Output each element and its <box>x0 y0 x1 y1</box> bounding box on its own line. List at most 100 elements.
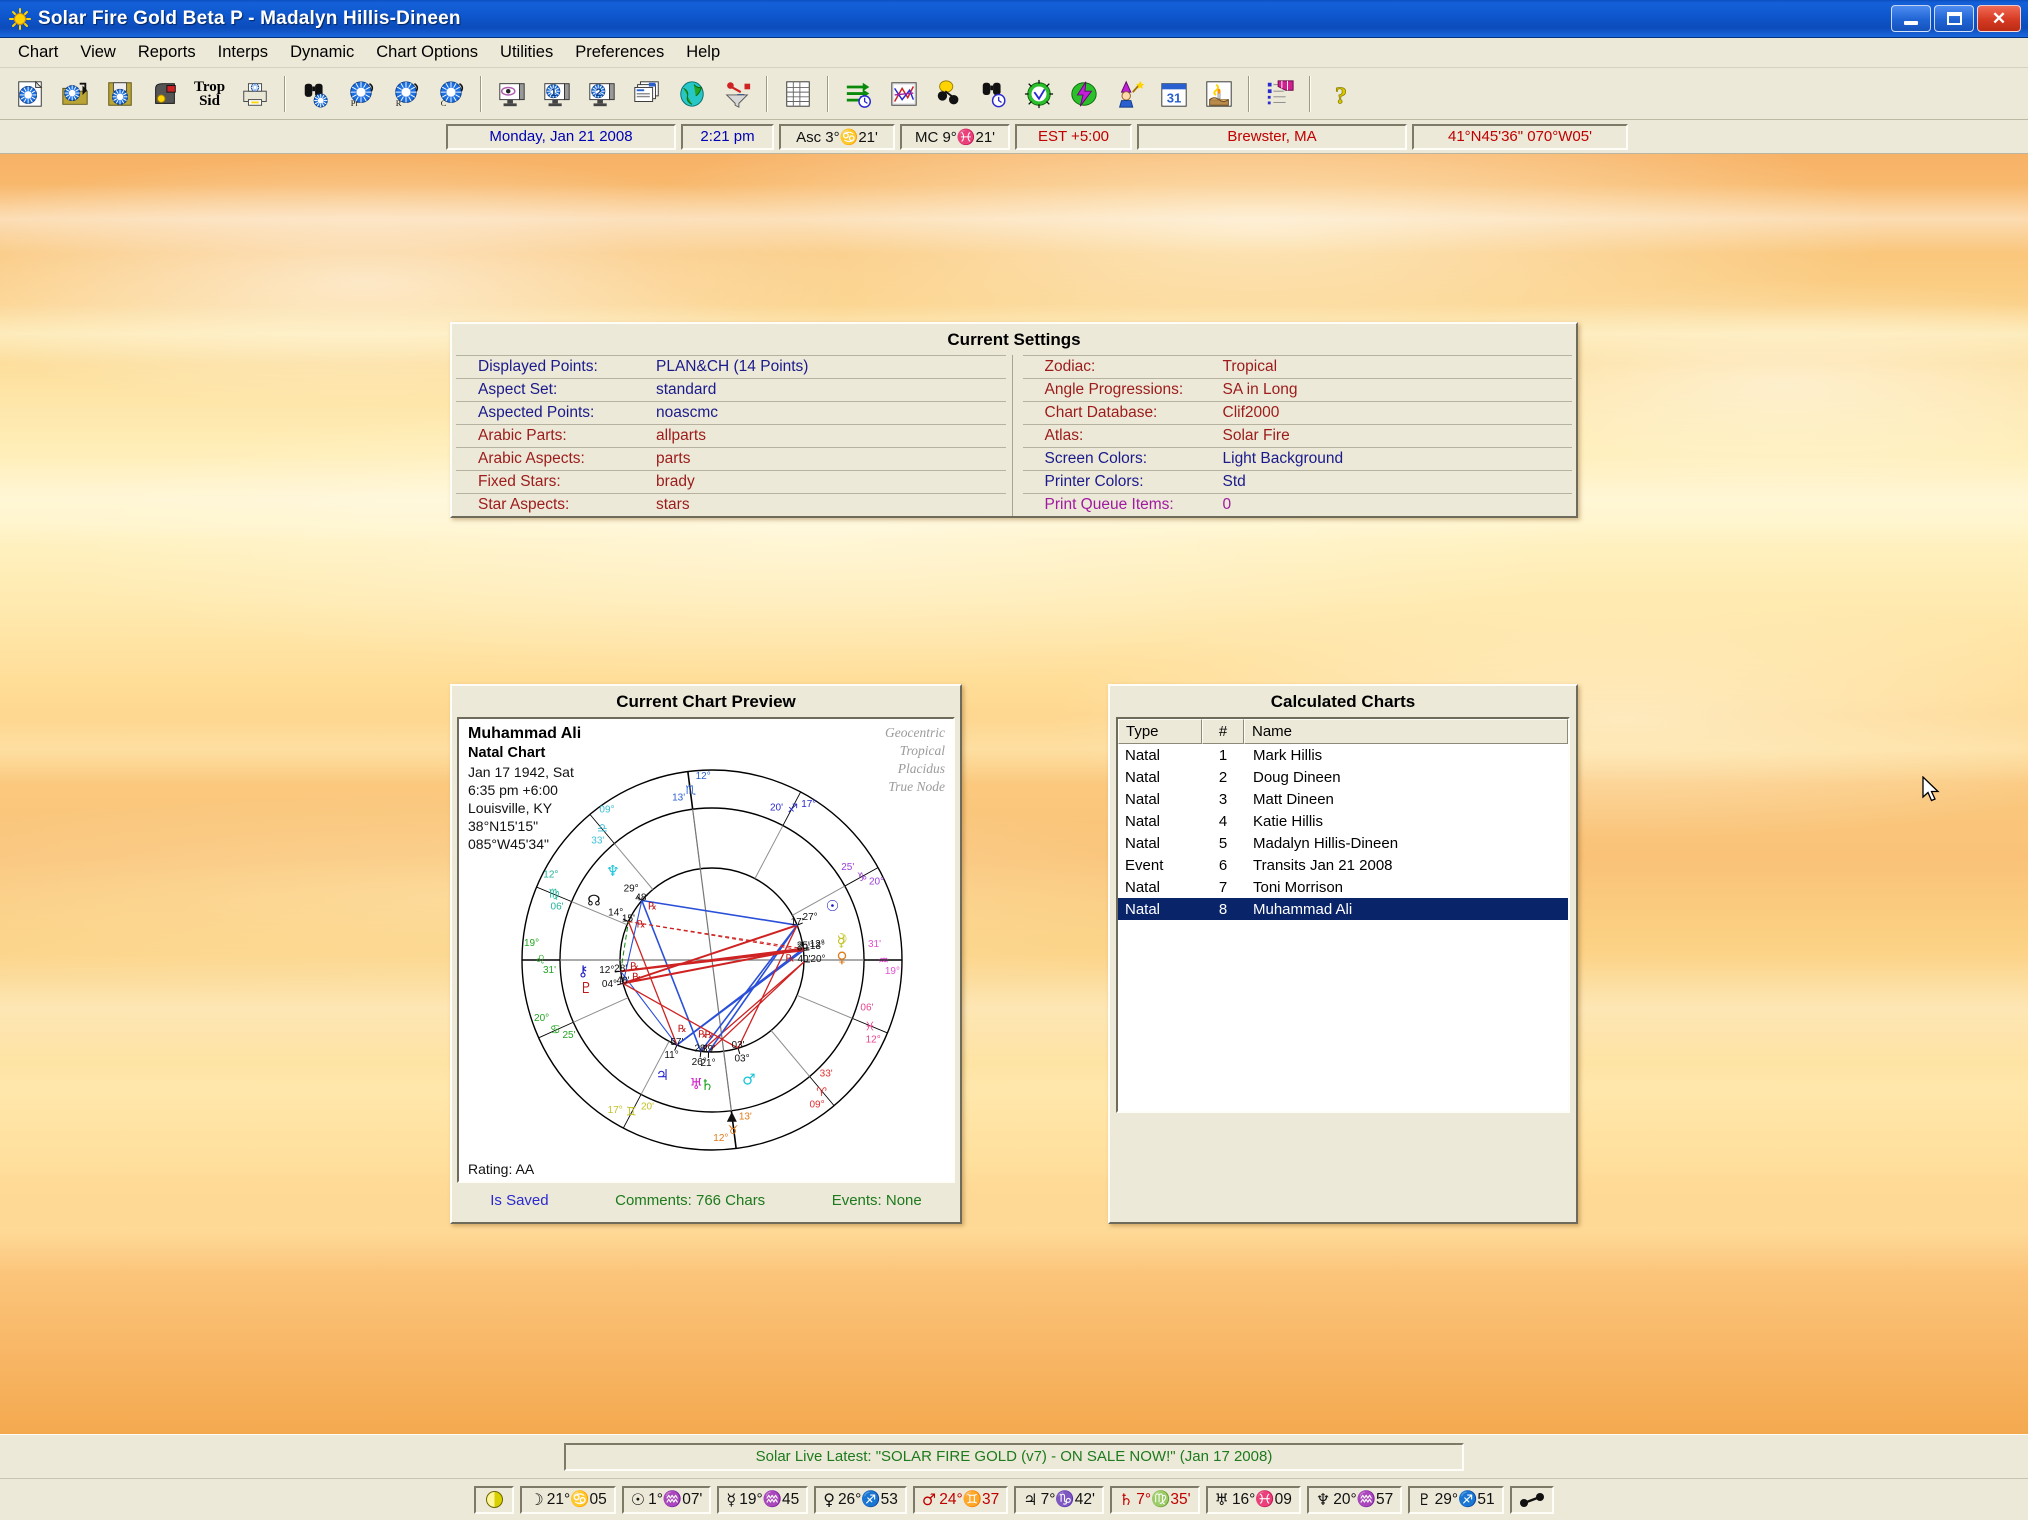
solar-live-message[interactable]: Solar Live Latest: "SOLAR FIRE GOLD (v7)… <box>564 1442 1464 1471</box>
table-row[interactable]: Natal 3 Matt Dineen <box>1118 788 1568 810</box>
toolbar-separator <box>480 75 482 112</box>
maximize-button[interactable] <box>1934 5 1974 32</box>
graphic-ephemeris-icon[interactable] <box>882 72 925 115</box>
moon-position[interactable]: ☽ 21°♋05 <box>520 1485 616 1514</box>
svg-text:?: ? <box>1334 82 1346 109</box>
date-field[interactable]: Monday, Jan 21 2008 <box>446 123 676 150</box>
transit-list-icon[interactable] <box>837 72 880 115</box>
table-row[interactable]: Natal 7 Toni Morrison <box>1118 876 1568 898</box>
search-dates-icon[interactable] <box>972 72 1015 115</box>
table-row[interactable]: Natal 5 Madalyn Hillis-Dineen <box>1118 832 1568 854</box>
menu-interps[interactable]: Interps <box>208 40 278 65</box>
setting-row[interactable]: Arabic Parts: allparts <box>456 424 1006 447</box>
view-chart-icon[interactable] <box>490 72 533 115</box>
menu-utilities[interactable]: Utilities <box>490 40 563 65</box>
svg-text:20°: 20° <box>534 1013 549 1024</box>
menu-reports[interactable]: Reports <box>128 40 206 65</box>
setting-row[interactable]: Chart Database: Clif2000 <box>1022 401 1572 424</box>
jupiter-position[interactable]: ♃ 7°♑42' <box>1014 1485 1104 1514</box>
setting-row[interactable]: Print Queue Items: 0 <box>1022 493 1572 516</box>
natal-chart-wheel[interactable]: 19°♌31'12°♍06'09°♎33'12°♏13'17°♐20'20°♑2… <box>497 745 927 1165</box>
composite-chart-icon[interactable]: C <box>429 72 472 115</box>
timezone-field[interactable]: EST +5:00 <box>1015 123 1132 150</box>
multi-chart-icon[interactable] <box>625 72 668 115</box>
mc-field[interactable]: MC 9°♓21' <box>900 123 1010 150</box>
neptune-position[interactable]: ♆ 20°♒57 <box>1306 1485 1403 1514</box>
chart-two-icon[interactable]: 2 <box>580 72 623 115</box>
coords-field[interactable]: 41°N45'36" 070°W05' <box>1412 123 1628 150</box>
setting-row[interactable]: Arabic Aspects: parts <box>456 447 1006 470</box>
menu-help[interactable]: Help <box>676 40 730 65</box>
location-field[interactable]: Brewster, MA <box>1137 123 1407 150</box>
setting-row[interactable]: Star Aspects: stars <box>456 493 1006 516</box>
atlas-globe-icon[interactable] <box>670 72 713 115</box>
time-map-icon[interactable] <box>1017 72 1060 115</box>
new-chart-icon[interactable] <box>8 72 51 115</box>
aspect-toggle[interactable] <box>1509 1485 1554 1514</box>
time-field[interactable]: 2:21 pm <box>681 123 774 150</box>
setting-row[interactable]: Aspected Points: noascmc <box>456 401 1006 424</box>
planet-glyph: ♅ <box>1214 1490 1229 1509</box>
menu-chart[interactable]: Chart <box>8 40 68 65</box>
table-row[interactable]: Natal 4 Katie Hillis <box>1118 810 1568 832</box>
setting-row[interactable]: Zodiac: Tropical <box>1022 355 1572 378</box>
print-chart-icon[interactable] <box>233 72 276 115</box>
save-chart-icon[interactable] <box>98 72 141 115</box>
open-chart-icon[interactable] <box>53 72 96 115</box>
close-button[interactable]: ✕ <box>1977 5 2021 32</box>
trop-sid-icon[interactable]: Trop Sid <box>188 72 231 115</box>
table-row[interactable]: Natal 8 Muhammad Ali <box>1118 898 1568 920</box>
uranus-position[interactable]: ♅ 16°♓09 <box>1205 1485 1301 1514</box>
calendar-icon[interactable]: 31 <box>1152 72 1195 115</box>
planet-selector-icon[interactable] <box>927 72 970 115</box>
minimize-button[interactable] <box>1891 5 1931 32</box>
chart-mailbox-icon[interactable] <box>143 72 186 115</box>
planet-value: 29°♐51 <box>1434 1491 1495 1508</box>
setting-row[interactable]: Screen Colors: Light Background <box>1022 447 1572 470</box>
grid-report-icon[interactable] <box>776 72 819 115</box>
menu-chart-options[interactable]: Chart Options <box>366 40 488 65</box>
svg-text:12°: 12° <box>696 771 711 782</box>
table-row[interactable]: Natal 1 Mark Hillis <box>1118 744 1568 766</box>
asc-field[interactable]: Asc 3°♋21' <box>779 123 895 150</box>
saturn-position[interactable]: ♄ 7°♍35' <box>1109 1485 1200 1514</box>
progressed-chart-icon[interactable]: Pr <box>339 72 382 115</box>
sun-position[interactable]: ☉ 1°♒07' <box>621 1485 712 1514</box>
setting-row[interactable]: Printer Colors: Std <box>1022 470 1572 493</box>
return-chart-icon[interactable]: R <box>384 72 427 115</box>
svg-text:♉: ♉ <box>728 1123 739 1137</box>
sun-icon <box>9 7 31 30</box>
column-header-name[interactable]: Name <box>1244 719 1568 744</box>
chart-preview-canvas[interactable]: Muhammad Ali Natal Chart Jan 17 1942, Sa… <box>457 717 955 1183</box>
moon-phase-icon[interactable] <box>474 1485 515 1514</box>
table-row[interactable]: Event 6 Transits Jan 21 2008 <box>1118 854 1568 876</box>
wizard-icon[interactable] <box>1107 72 1150 115</box>
setting-row[interactable]: Fixed Stars: brady <box>456 470 1006 493</box>
calculated-charts-list[interactable]: Type # Name Natal 1 Mark Hillis Natal 2 Doug … <box>1116 717 1570 1113</box>
row-number: 4 <box>1218 812 1228 830</box>
help-icon[interactable]: ? <box>1319 72 1362 115</box>
setting-row[interactable]: Atlas: Solar Fire <box>1022 424 1572 447</box>
electional-icon[interactable] <box>1062 72 1105 115</box>
toolbar-separator <box>1248 75 1250 112</box>
column-header-type[interactable]: Type <box>1118 719 1202 744</box>
mercury-position[interactable]: ☿ 19°♒45 <box>717 1485 809 1514</box>
page-designer-icon[interactable] <box>1258 72 1301 115</box>
filter-icon[interactable] <box>715 72 758 115</box>
svg-text:12°: 12° <box>810 939 825 950</box>
mars-position[interactable]: ♂ 24°♊37 <box>912 1485 1009 1514</box>
column-header-num[interactable]: # <box>1202 719 1244 744</box>
setting-row[interactable]: Angle Progressions: SA in Long <box>1022 378 1572 401</box>
table-row[interactable]: Natal 2 Doug Dineen <box>1118 766 1568 788</box>
row-type: Natal <box>1125 900 1161 918</box>
chart-one-icon[interactable]: 1 <box>535 72 578 115</box>
menu-preferences[interactable]: Preferences <box>565 40 674 65</box>
menu-view[interactable]: View <box>70 40 125 65</box>
birthday-icon[interactable] <box>1197 72 1240 115</box>
menu-dynamic[interactable]: Dynamic <box>280 40 364 65</box>
setting-row[interactable]: Displayed Points: PLAN&CH (14 Points) <box>456 355 1006 378</box>
setting-row[interactable]: Aspect Set: standard <box>456 378 1006 401</box>
pluto-position[interactable]: ♇ 29°♐51 <box>1408 1485 1504 1514</box>
venus-position[interactable]: ♀ 26°♐53 <box>814 1485 907 1514</box>
search-chart-icon[interactable] <box>294 72 337 115</box>
